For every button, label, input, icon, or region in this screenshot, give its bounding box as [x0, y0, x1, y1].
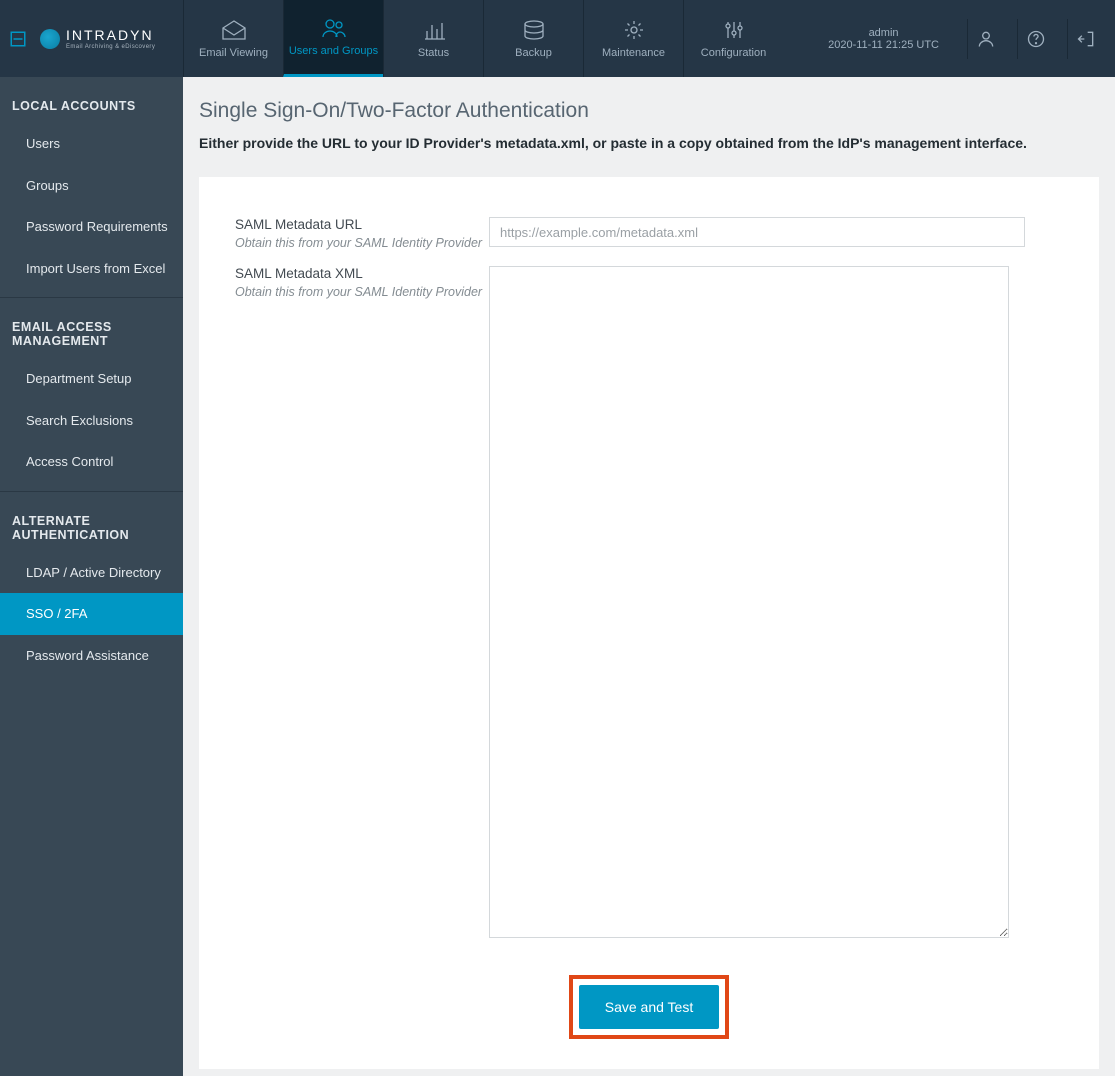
- tab-configuration[interactable]: Configuration: [683, 0, 783, 77]
- user-name: admin: [869, 27, 899, 39]
- sidebar-section-title: EMAIL ACCESS MANAGEMENT: [0, 298, 183, 358]
- save-and-test-button[interactable]: Save and Test: [579, 985, 719, 1029]
- highlight-box: Save and Test: [569, 975, 729, 1039]
- sidebar: LOCAL ACCOUNTS Users Groups Password Req…: [0, 77, 183, 1076]
- brand-name: INTRADYN: [66, 28, 155, 42]
- top-nav-right: admin 2020-11-11 21:25 UTC: [814, 0, 1115, 77]
- main-content: Single Sign-On/Two-Factor Authentication…: [183, 77, 1115, 1076]
- top-nav: INTRADYN Email Archiving & eDiscovery Em…: [0, 0, 1115, 77]
- sidebar-item-users[interactable]: Users: [0, 123, 183, 165]
- tab-label: Backup: [515, 47, 552, 59]
- sidebar-item-access-control[interactable]: Access Control: [0, 441, 183, 483]
- saml-url-input[interactable]: [489, 217, 1025, 247]
- saml-url-hint: Obtain this from your SAML Identity Prov…: [235, 236, 489, 250]
- top-nav-tabs: Email Viewing Users and Groups Status Ba…: [183, 0, 783, 77]
- tab-label: Users and Groups: [289, 45, 378, 57]
- sidebar-item-password-requirements[interactable]: Password Requirements: [0, 206, 183, 248]
- tab-users-groups[interactable]: Users and Groups: [283, 0, 383, 77]
- brand-dot-icon: [40, 29, 60, 49]
- tab-backup[interactable]: Backup: [483, 0, 583, 77]
- user-icon[interactable]: [967, 19, 1003, 59]
- brand-subtitle: Email Archiving & eDiscovery: [66, 44, 155, 50]
- sidebar-item-groups[interactable]: Groups: [0, 165, 183, 207]
- menu-toggle-icon[interactable]: [8, 29, 28, 49]
- tab-status[interactable]: Status: [383, 0, 483, 77]
- sidebar-section-title: ALTERNATE AUTHENTICATION: [0, 492, 183, 552]
- sidebar-item-search-exclusions[interactable]: Search Exclusions: [0, 400, 183, 442]
- top-nav-left: INTRADYN Email Archiving & eDiscovery: [0, 0, 183, 77]
- tab-label: Maintenance: [602, 47, 665, 59]
- logout-icon[interactable]: [1067, 19, 1103, 59]
- form-card: SAML Metadata URL Obtain this from your …: [199, 177, 1099, 1069]
- brand-logo[interactable]: INTRADYN Email Archiving & eDiscovery: [40, 28, 155, 50]
- tab-label: Configuration: [701, 47, 766, 59]
- user-info: admin 2020-11-11 21:25 UTC: [814, 27, 953, 51]
- tab-email-viewing[interactable]: Email Viewing: [183, 0, 283, 77]
- page-description: Either provide the URL to your ID Provid…: [199, 135, 1099, 151]
- help-icon[interactable]: [1017, 19, 1053, 59]
- tab-maintenance[interactable]: Maintenance: [583, 0, 683, 77]
- saml-xml-label: SAML Metadata XML: [235, 266, 489, 281]
- tab-label: Status: [418, 47, 449, 59]
- saml-xml-hint: Obtain this from your SAML Identity Prov…: [235, 285, 489, 299]
- sidebar-item-import-users[interactable]: Import Users from Excel: [0, 248, 183, 290]
- sidebar-section-title: LOCAL ACCOUNTS: [0, 77, 183, 123]
- sidebar-item-ldap[interactable]: LDAP / Active Directory: [0, 552, 183, 594]
- sidebar-item-sso-2fa[interactable]: SSO / 2FA: [0, 593, 183, 635]
- user-timestamp: 2020-11-11 21:25 UTC: [828, 39, 939, 51]
- saml-xml-textarea[interactable]: [489, 266, 1009, 938]
- sidebar-item-password-assistance[interactable]: Password Assistance: [0, 635, 183, 677]
- saml-url-label: SAML Metadata URL: [235, 217, 489, 232]
- page-title: Single Sign-On/Two-Factor Authentication: [199, 99, 1099, 123]
- tab-label: Email Viewing: [199, 47, 268, 59]
- sidebar-item-department-setup[interactable]: Department Setup: [0, 358, 183, 400]
